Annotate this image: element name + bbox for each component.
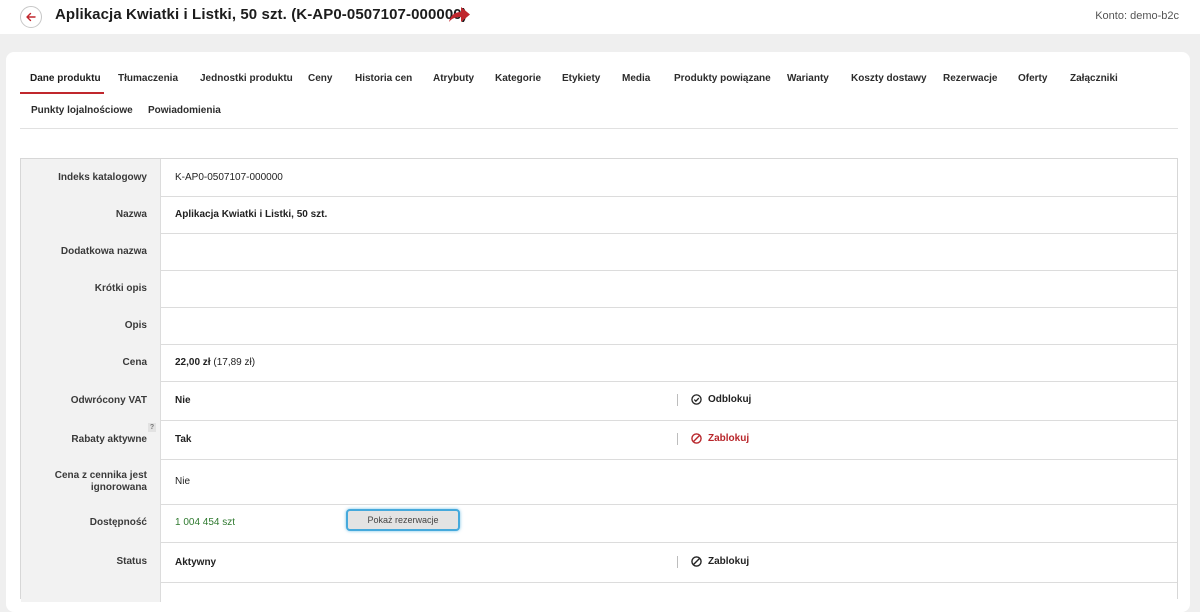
tab-price-history[interactable]: Historia cen (355, 73, 412, 84)
account-label: Konto: demo-b2c (1095, 10, 1179, 22)
field-label: Odwrócony VAT (21, 381, 161, 420)
row-next (21, 582, 1177, 602)
row-discounts-active: Rabaty aktywne ? Tak Zablokuj (21, 420, 1177, 460)
unlock-label: Odblokuj (708, 394, 752, 405)
product-card: Dane produktu Tłumaczenia Jednostki prod… (6, 52, 1190, 612)
row-price: Cena 22,00 zł (17,89 zł) (21, 344, 1177, 382)
tab-labels[interactable]: Etykiety (562, 73, 600, 84)
back-button[interactable] (20, 6, 42, 28)
net-price: (17,89 zł) (213, 357, 256, 368)
page-title: Aplikacja Kwiatki i Listki, 50 szt. (K-A… (55, 6, 467, 23)
field-label: Status (21, 542, 161, 582)
tab-offers[interactable]: Oferty (1018, 73, 1047, 84)
tab-prices[interactable]: Ceny (308, 73, 332, 84)
field-label: Dostępność (21, 504, 161, 542)
price-value: 22,00 zł (17,89 zł) (175, 357, 255, 368)
row-description: Opis (21, 307, 1177, 345)
field-label: Cena (21, 344, 161, 381)
availability-value: 1 004 454 szt (175, 517, 236, 528)
field-label: Indeks katalogowy (21, 159, 161, 196)
arrow-left-icon (26, 12, 36, 22)
tab-translations[interactable]: Tłumaczenia (118, 73, 178, 84)
gross-price: 22,00 zł (175, 357, 211, 368)
share-forward-icon[interactable] (447, 5, 471, 25)
tab-categories[interactable]: Kategorie (495, 73, 541, 84)
row-availability: Dostępność 1 004 454 szt Pokaż rezerwacj… (21, 504, 1177, 543)
block-status-label: Zablokuj (708, 556, 750, 567)
top-bar: Aplikacja Kwiatki i Listki, 50 szt. (K-A… (0, 0, 1200, 34)
block-discounts-button[interactable]: Zablokuj (691, 433, 749, 444)
discounts-label: Rabaty aktywne (71, 433, 147, 445)
divider (677, 556, 678, 568)
check-circle-icon (691, 394, 702, 405)
product-details-table: Indeks katalogowy K-AP0-0507107-000000 N… (20, 158, 1178, 602)
unlock-reverse-vat-button[interactable]: Odblokuj (691, 394, 751, 405)
tab-bar: Dane produktu Tłumaczenia Jednostki prod… (20, 66, 1178, 129)
block-status-button[interactable]: Zablokuj (691, 556, 749, 567)
row-status: Status Aktywny Zablokuj (21, 542, 1177, 583)
tab-product-units[interactable]: Jednostki produktu (200, 73, 293, 84)
tab-media[interactable]: Media (622, 73, 650, 84)
tab-reservations[interactable]: Rezerwacje (943, 73, 997, 84)
row-reverse-vat: Odwrócony VAT Nie Odblokuj (21, 381, 1177, 421)
row-short-description: Krótki opis (21, 270, 1177, 308)
block-label: Zablokuj (708, 433, 750, 444)
field-label (21, 582, 161, 602)
pricelist-ignored-value: Nie (175, 476, 191, 487)
catalog-index-value: K-AP0-0507107-000000 (175, 172, 283, 183)
name-value: Aplikacja Kwiatki i Listki, 50 szt. (175, 209, 328, 220)
active-tab-indicator (20, 92, 104, 94)
tab-product-data[interactable]: Dane produktu (30, 73, 101, 84)
divider (677, 394, 678, 406)
show-reservations-button[interactable]: Pokaż rezerwacje (346, 509, 460, 531)
tab-attributes[interactable]: Atrybuty (433, 73, 474, 84)
field-label: Opis (21, 307, 161, 344)
row-catalog-index: Indeks katalogowy K-AP0-0507107-000000 (21, 159, 1177, 197)
tab-notifications[interactable]: Powiadomienia (148, 105, 221, 116)
tab-loyalty-points[interactable]: Punkty lojalnościowe (31, 105, 133, 116)
tab-variants[interactable]: Warianty (787, 73, 829, 84)
tab-attachments[interactable]: Załączniki (1070, 73, 1118, 84)
field-label: Dodatkowa nazwa (21, 233, 161, 270)
row-additional-name: Dodatkowa nazwa (21, 233, 1177, 271)
field-label: Krótki opis (21, 270, 161, 307)
tab-shipping-costs[interactable]: Koszty dostawy (851, 73, 927, 84)
help-icon[interactable]: ? (148, 423, 156, 432)
field-label: Nazwa (21, 196, 161, 233)
blocked-icon (691, 556, 702, 567)
blocked-icon (691, 433, 702, 444)
status-value: Aktywny (175, 557, 217, 568)
field-label: Cena z cennika jest ignorowana (21, 459, 161, 504)
row-name: Nazwa Aplikacja Kwiatki i Listki, 50 szt… (21, 196, 1177, 234)
field-label: Rabaty aktywne ? (21, 420, 161, 459)
discounts-value: Tak (175, 434, 192, 445)
divider (677, 433, 678, 445)
tab-related-products[interactable]: Produkty powiązane (674, 73, 771, 84)
row-pricelist-ignored: Cena z cennika jest ignorowana Nie (21, 459, 1177, 505)
reverse-vat-value: Nie (175, 395, 191, 406)
